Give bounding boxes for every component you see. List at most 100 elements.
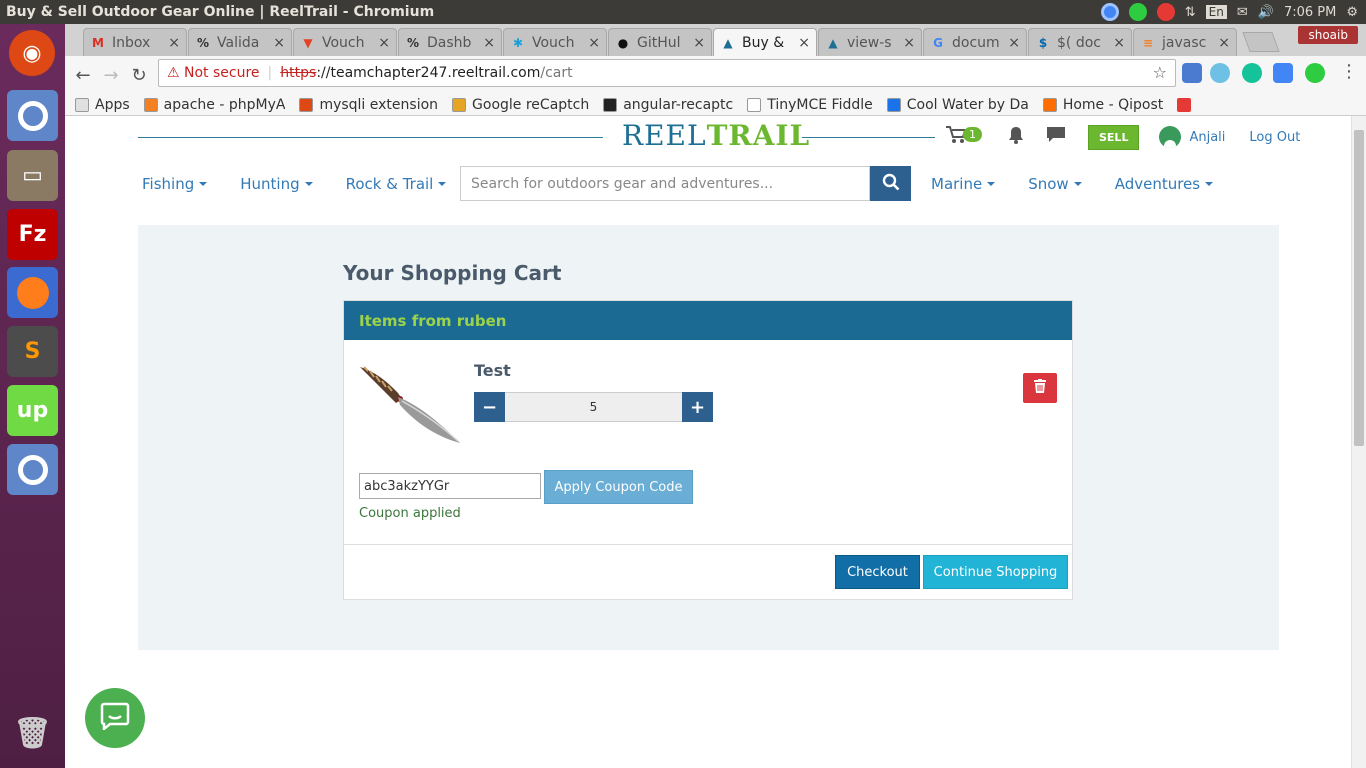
bookmark-star-icon[interactable]: ☆: [1153, 63, 1167, 82]
file-manager-icon[interactable]: ▭: [7, 150, 58, 201]
scrollbar-thumb[interactable]: [1354, 130, 1364, 446]
chat-widget-button[interactable]: [85, 688, 145, 748]
tab-10[interactable]: ≡ javasc ×: [1133, 28, 1237, 56]
cart-count-badge[interactable]: 1: [963, 126, 982, 142]
tab-3[interactable]: % Dashb ×: [398, 28, 502, 56]
sublime-icon[interactable]: S: [7, 326, 58, 377]
close-tab-icon[interactable]: ×: [798, 35, 810, 51]
decrease-quantity-button[interactable]: −: [474, 392, 505, 422]
nav-label: Fishing: [142, 175, 195, 193]
extension-robot-icon[interactable]: [1210, 63, 1230, 83]
header-rule-right: [802, 137, 935, 138]
close-tab-icon[interactable]: ×: [693, 35, 705, 51]
product-image[interactable]: [358, 363, 462, 445]
bookmark-1[interactable]: apache - phpMyA: [143, 97, 285, 113]
omnibox[interactable]: ⚠ Not secure | https ://teamchapter247.r…: [158, 59, 1176, 87]
remove-item-button[interactable]: [1023, 373, 1057, 403]
close-tab-icon[interactable]: ×: [378, 35, 390, 51]
user-name-link[interactable]: Anjali: [1189, 130, 1225, 145]
no-entry-indicator-icon[interactable]: [1156, 3, 1175, 21]
search-button[interactable]: [870, 166, 911, 201]
increase-quantity-button[interactable]: +: [682, 392, 713, 422]
bookmark-2[interactable]: mysqli extension: [299, 97, 438, 113]
caret-down-icon: [304, 182, 313, 186]
keyboard-lang[interactable]: En: [1205, 5, 1227, 19]
tab-0[interactable]: M Inbox ×: [83, 28, 187, 56]
sell-button[interactable]: SELL: [1088, 124, 1140, 150]
checkout-button[interactable]: Checkout: [835, 555, 920, 589]
chat-indicator-icon[interactable]: [1128, 3, 1147, 21]
close-tab-icon[interactable]: ×: [903, 35, 915, 51]
extension-icon-1[interactable]: [1182, 63, 1202, 83]
reload-icon[interactable]: ↻: [125, 65, 153, 86]
bookmark-3[interactable]: Google reCaptch: [452, 97, 589, 113]
tab-8[interactable]: Gdocum ×: [923, 28, 1027, 56]
bookmark-5[interactable]: TinyMCE Fiddle: [747, 97, 873, 113]
menu-icon[interactable]: ⋮: [1340, 61, 1358, 82]
close-tab-icon[interactable]: ×: [1008, 35, 1020, 51]
grammarly-icon[interactable]: [1242, 63, 1262, 83]
messages-icon[interactable]: [1046, 126, 1066, 148]
bookmark-6[interactable]: Cool Water by Da: [886, 97, 1029, 113]
close-tab-icon[interactable]: ×: [588, 35, 600, 51]
new-tab-button[interactable]: [1242, 32, 1280, 52]
mail-icon[interactable]: ✉: [1237, 5, 1248, 20]
nav-marine[interactable]: Marine: [931, 175, 996, 193]
ubuntu-icon[interactable]: ◉: [9, 30, 55, 76]
filezilla-icon[interactable]: Fz: [7, 209, 58, 260]
apply-coupon-button[interactable]: Apply Coupon Code: [544, 470, 693, 504]
tab-2[interactable]: ▼ Vouch ×: [293, 28, 397, 56]
tab-9[interactable]: $ $( doc ×: [1028, 28, 1132, 56]
gear-icon[interactable]: ⚙: [1346, 5, 1358, 20]
firefox-icon[interactable]: [7, 267, 58, 318]
product-name[interactable]: Test: [474, 361, 511, 380]
coupon-input[interactable]: [359, 473, 541, 499]
upwork-icon[interactable]: up: [7, 385, 58, 436]
back-icon[interactable]: ←: [69, 65, 97, 86]
tab-1[interactable]: % Valida ×: [188, 28, 292, 56]
nav-snow[interactable]: Snow: [1028, 175, 1082, 193]
bell-icon[interactable]: [1008, 126, 1024, 148]
tab-4[interactable]: ✱ Vouch ×: [503, 28, 607, 56]
search-input[interactable]: [460, 166, 870, 201]
tab-label: Vouch: [322, 34, 365, 51]
nav-adventures[interactable]: Adventures: [1115, 175, 1214, 193]
close-tab-icon[interactable]: ×: [168, 35, 180, 51]
extension-chat-icon[interactable]: [1305, 63, 1325, 83]
bookmark-favicon-icon: [299, 97, 314, 112]
bookmark-0[interactable]: Apps: [75, 97, 130, 113]
percent-icon: %: [196, 35, 210, 50]
chromium-indicator-icon[interactable]: [1100, 3, 1119, 21]
site-logo[interactable]: REELTRAIL: [622, 119, 810, 152]
tab-5[interactable]: ● GitHul ×: [608, 28, 712, 56]
close-tab-icon[interactable]: ×: [1218, 35, 1230, 51]
close-tab-icon[interactable]: ×: [1113, 35, 1125, 51]
quantity-value[interactable]: 5: [505, 392, 682, 422]
volume-icon[interactable]: 🔊: [1258, 5, 1274, 20]
not-secure-indicator[interactable]: ⚠ Not secure: [167, 65, 260, 81]
tab-7[interactable]: ▲ view-s ×: [818, 28, 922, 56]
continue-shopping-button[interactable]: Continue Shopping: [923, 555, 1068, 589]
chromium-launcher-icon[interactable]: [7, 90, 58, 141]
logout-link[interactable]: Log Out: [1249, 130, 1300, 145]
close-tab-icon[interactable]: ×: [273, 35, 285, 51]
trash-icon[interactable]: 🗑: [7, 708, 58, 759]
close-tab-icon[interactable]: ×: [483, 35, 495, 51]
bookmarks-bar: Apps apache - phpMyA mysqli extension Googl…: [65, 94, 1366, 116]
clock[interactable]: 7:06 PM: [1284, 5, 1336, 20]
translate-icon[interactable]: [1273, 63, 1293, 83]
nav-rock-trail[interactable]: Rock & Trail: [346, 175, 447, 193]
chromium-launcher-icon-2[interactable]: [7, 444, 58, 495]
avatar[interactable]: [1159, 126, 1182, 148]
nav-fishing[interactable]: Fishing: [142, 175, 208, 193]
network-icon[interactable]: ⇅: [1185, 5, 1196, 20]
nav-hunting[interactable]: Hunting: [240, 175, 313, 193]
bookmark-4[interactable]: angular-recaptc: [603, 97, 733, 113]
forward-icon[interactable]: →: [97, 65, 125, 86]
tab-6[interactable]: ▲ Buy & ×: [713, 28, 817, 56]
page-scrollbar[interactable]: [1351, 116, 1366, 768]
bookmark-qipost-icon[interactable]: [1177, 97, 1192, 112]
profile-button[interactable]: shoaib: [1298, 26, 1358, 44]
caret-down-icon: [1073, 182, 1082, 186]
bookmark-7[interactable]: Home - Qipost: [1042, 97, 1163, 113]
